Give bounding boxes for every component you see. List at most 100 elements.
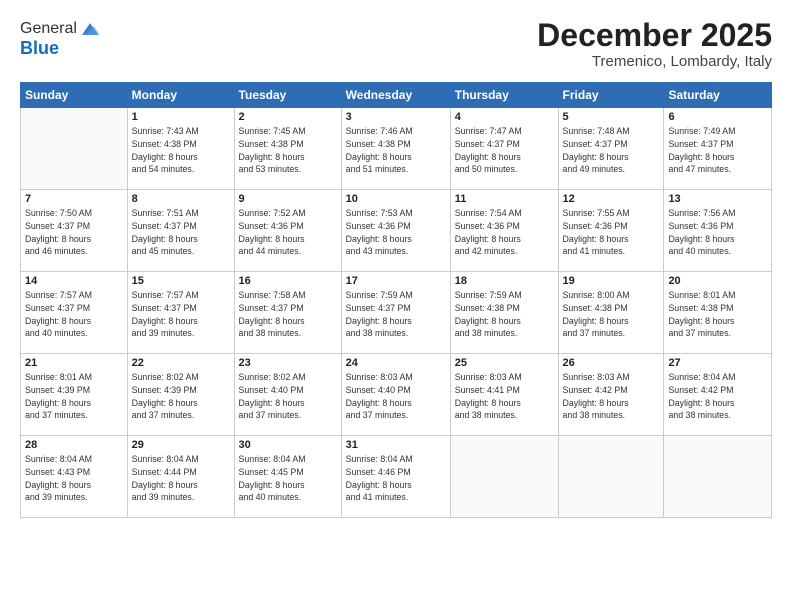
day-cell: 30Sunrise: 8:04 AM Sunset: 4:45 PM Dayli… <box>234 436 341 518</box>
day-info: Sunrise: 7:56 AM Sunset: 4:36 PM Dayligh… <box>668 207 767 258</box>
day-info: Sunrise: 8:04 AM Sunset: 4:46 PM Dayligh… <box>346 453 446 504</box>
col-header-tuesday: Tuesday <box>234 83 341 108</box>
day-number: 5 <box>563 111 660 123</box>
week-row-1: 1 Sunrise: 7:43 AM Sunset: 4:38 PM Daylig… <box>21 108 772 190</box>
day-info: Sunrise: 8:04 AM Sunset: 4:42 PM Dayligh… <box>668 371 767 422</box>
day-cell: 24 Sunrise: 8:03 AM Sunset: 4:40 PM Dayli… <box>341 354 450 436</box>
day-info: Sunrise: 7:43 AM Sunset: 4:38 PM Dayligh… <box>132 125 230 176</box>
week-row-3: 14 Sunrise: 7:57 AM Sunset: 4:37 PM Dayli… <box>21 272 772 354</box>
day-info: Sunrise: 7:57 AM Sunset: 4:37 PM Dayligh… <box>132 289 230 340</box>
day-cell: 16 Sunrise: 7:58 AM Sunset: 4:37 PM Dayli… <box>234 272 341 354</box>
col-header-friday: Friday <box>558 83 664 108</box>
day-info: Sunrise: 7:48 AM Sunset: 4:37 PM Dayligh… <box>563 125 660 176</box>
day-number: 28 <box>25 439 123 451</box>
title-block: December 2025 Tremenico, Lombardy, Italy <box>537 18 772 70</box>
day-cell: 8Sunrise: 7:51 AM Sunset: 4:37 PM Daylig… <box>127 190 234 272</box>
day-info: Sunrise: 8:01 AM Sunset: 4:39 PM Dayligh… <box>25 371 123 422</box>
day-cell: 25 Sunrise: 8:03 AM Sunset: 4:41 PM Dayli… <box>450 354 558 436</box>
logo-general-text: General <box>20 20 77 38</box>
day-number: 14 <box>25 275 123 287</box>
day-info: Sunrise: 7:47 AM Sunset: 4:37 PM Dayligh… <box>455 125 554 176</box>
day-info: Sunrise: 7:55 AM Sunset: 4:36 PM Dayligh… <box>563 207 660 258</box>
day-info: Sunrise: 8:04 AM Sunset: 4:45 PM Dayligh… <box>239 453 337 504</box>
day-cell: 15Sunrise: 7:57 AM Sunset: 4:37 PM Dayli… <box>127 272 234 354</box>
day-cell: 1 Sunrise: 7:43 AM Sunset: 4:38 PM Daylig… <box>127 108 234 190</box>
day-number: 24 <box>346 357 446 369</box>
col-header-monday: Monday <box>127 83 234 108</box>
day-cell <box>664 436 772 518</box>
day-number: 29 <box>132 439 230 451</box>
day-info: Sunrise: 8:04 AM Sunset: 4:44 PM Dayligh… <box>132 453 230 504</box>
day-info: Sunrise: 7:52 AM Sunset: 4:36 PM Dayligh… <box>239 207 337 258</box>
logo-blue-text: Blue <box>20 38 101 59</box>
day-cell: 29 Sunrise: 8:04 AM Sunset: 4:44 PM Dayli… <box>127 436 234 518</box>
day-number: 6 <box>668 111 767 123</box>
day-cell <box>21 108 128 190</box>
calendar-table: SundayMondayTuesdayWednesdayThursdayFrid… <box>20 82 772 518</box>
day-number: 17 <box>346 275 446 287</box>
col-header-saturday: Saturday <box>664 83 772 108</box>
day-info: Sunrise: 7:53 AM Sunset: 4:36 PM Dayligh… <box>346 207 446 258</box>
day-info: Sunrise: 8:03 AM Sunset: 4:41 PM Dayligh… <box>455 371 554 422</box>
day-info: Sunrise: 8:04 AM Sunset: 4:43 PM Dayligh… <box>25 453 123 504</box>
day-info: Sunrise: 8:03 AM Sunset: 4:40 PM Dayligh… <box>346 371 446 422</box>
day-info: Sunrise: 8:02 AM Sunset: 4:39 PM Dayligh… <box>132 371 230 422</box>
day-number: 10 <box>346 193 446 205</box>
day-cell: 14 Sunrise: 7:57 AM Sunset: 4:37 PM Dayli… <box>21 272 128 354</box>
day-cell: 26 Sunrise: 8:03 AM Sunset: 4:42 PM Dayli… <box>558 354 664 436</box>
day-info: Sunrise: 7:59 AM Sunset: 4:38 PM Dayligh… <box>455 289 554 340</box>
day-info: Sunrise: 7:59 AM Sunset: 4:37 PM Dayligh… <box>346 289 446 340</box>
day-cell: 23 Sunrise: 8:02 AM Sunset: 4:40 PM Dayli… <box>234 354 341 436</box>
day-number: 23 <box>239 357 337 369</box>
day-number: 25 <box>455 357 554 369</box>
day-cell: 31 Sunrise: 8:04 AM Sunset: 4:46 PM Dayli… <box>341 436 450 518</box>
day-info: Sunrise: 8:02 AM Sunset: 4:40 PM Dayligh… <box>239 371 337 422</box>
week-row-5: 28 Sunrise: 8:04 AM Sunset: 4:43 PM Dayli… <box>21 436 772 518</box>
day-info: Sunrise: 7:49 AM Sunset: 4:37 PM Dayligh… <box>668 125 767 176</box>
page-header: General Blue December 2025 Tremenico, Lo… <box>20 18 772 70</box>
month-title: December 2025 <box>537 18 772 53</box>
day-cell: 7Sunrise: 7:50 AM Sunset: 4:37 PM Daylig… <box>21 190 128 272</box>
day-number: 16 <box>239 275 337 287</box>
day-number: 19 <box>563 275 660 287</box>
day-cell <box>450 436 558 518</box>
day-number: 26 <box>563 357 660 369</box>
day-number: 4 <box>455 111 554 123</box>
day-cell: 20 Sunrise: 8:01 AM Sunset: 4:38 PM Dayli… <box>664 272 772 354</box>
day-cell: 10 Sunrise: 7:53 AM Sunset: 4:36 PM Dayli… <box>341 190 450 272</box>
day-number: 11 <box>455 193 554 205</box>
day-number: 3 <box>346 111 446 123</box>
day-cell: 3Sunrise: 7:46 AM Sunset: 4:38 PM Daylig… <box>341 108 450 190</box>
day-info: Sunrise: 7:58 AM Sunset: 4:37 PM Dayligh… <box>239 289 337 340</box>
day-number: 1 <box>132 111 230 123</box>
day-cell: 5 Sunrise: 7:48 AM Sunset: 4:37 PM Daylig… <box>558 108 664 190</box>
day-cell: 19Sunrise: 8:00 AM Sunset: 4:38 PM Dayli… <box>558 272 664 354</box>
day-cell: 27 Sunrise: 8:04 AM Sunset: 4:42 PM Dayli… <box>664 354 772 436</box>
day-info: Sunrise: 8:01 AM Sunset: 4:38 PM Dayligh… <box>668 289 767 340</box>
day-number: 20 <box>668 275 767 287</box>
day-info: Sunrise: 7:57 AM Sunset: 4:37 PM Dayligh… <box>25 289 123 340</box>
day-number: 21 <box>25 357 123 369</box>
col-header-wednesday: Wednesday <box>341 83 450 108</box>
col-header-thursday: Thursday <box>450 83 558 108</box>
day-info: Sunrise: 7:54 AM Sunset: 4:36 PM Dayligh… <box>455 207 554 258</box>
day-info: Sunrise: 7:51 AM Sunset: 4:37 PM Dayligh… <box>132 207 230 258</box>
day-number: 18 <box>455 275 554 287</box>
day-number: 31 <box>346 439 446 451</box>
day-cell: 9Sunrise: 7:52 AM Sunset: 4:36 PM Daylig… <box>234 190 341 272</box>
day-number: 7 <box>25 193 123 205</box>
day-info: Sunrise: 7:45 AM Sunset: 4:38 PM Dayligh… <box>239 125 337 176</box>
col-header-sunday: Sunday <box>21 83 128 108</box>
day-cell: 12 Sunrise: 7:55 AM Sunset: 4:36 PM Dayli… <box>558 190 664 272</box>
day-cell: 6 Sunrise: 7:49 AM Sunset: 4:37 PM Daylig… <box>664 108 772 190</box>
day-number: 2 <box>239 111 337 123</box>
day-cell: 18 Sunrise: 7:59 AM Sunset: 4:38 PM Dayli… <box>450 272 558 354</box>
day-number: 13 <box>668 193 767 205</box>
day-cell: 28 Sunrise: 8:04 AM Sunset: 4:43 PM Dayli… <box>21 436 128 518</box>
day-cell: 13 Sunrise: 7:56 AM Sunset: 4:36 PM Dayli… <box>664 190 772 272</box>
week-row-2: 7Sunrise: 7:50 AM Sunset: 4:37 PM Daylig… <box>21 190 772 272</box>
day-number: 27 <box>668 357 767 369</box>
day-info: Sunrise: 8:03 AM Sunset: 4:42 PM Dayligh… <box>563 371 660 422</box>
day-cell <box>558 436 664 518</box>
day-number: 12 <box>563 193 660 205</box>
